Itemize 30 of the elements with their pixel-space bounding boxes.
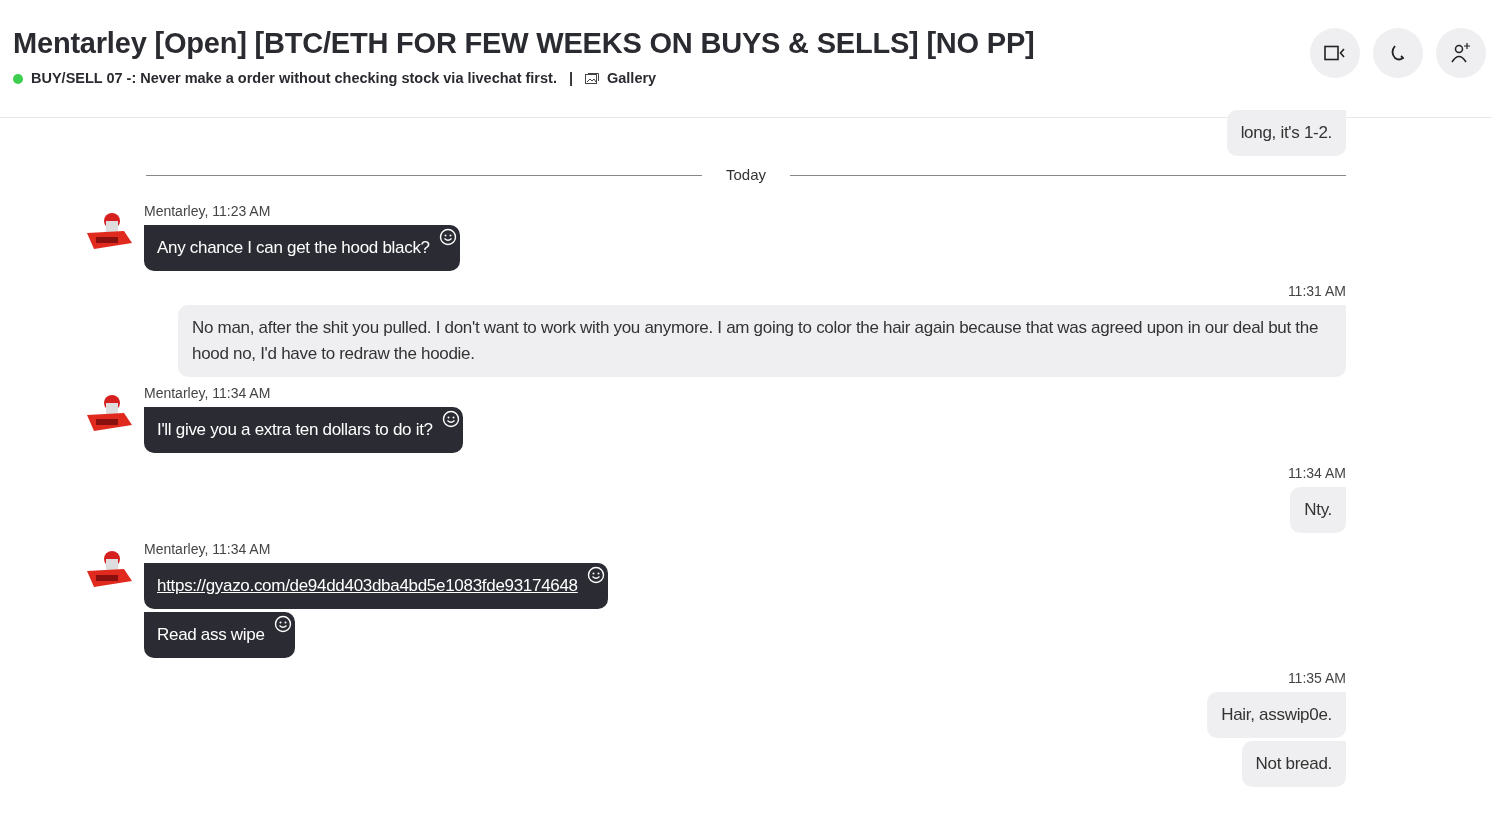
status-text: BUY/SELL 07 -: Never make a order without checking stock via livechat first.	[31, 69, 557, 88]
message-sender-time: Mentarley, 11:23 AM	[144, 201, 271, 221]
add-person-button[interactable]	[1436, 28, 1486, 78]
emoji-reaction-icon[interactable]	[441, 409, 460, 428]
phone-icon	[1389, 44, 1407, 62]
message-time: 11:35 AM	[1287, 668, 1346, 688]
emoji-reaction-icon[interactable]	[438, 227, 457, 246]
message-sender-time: Mentarley, 11:34 AM	[144, 539, 271, 559]
message-bubble: Nty.	[1290, 486, 1346, 533]
emoji-reaction-icon[interactable]	[586, 565, 605, 584]
message-bubble: Read ass wipe	[144, 611, 295, 658]
message-link[interactable]: https://gyazo.com/de94dd403dba4bd5e1083fde93174648	[157, 575, 578, 595]
message-bubble: No man, after the shit you pulled. I don't want to work with you anymore. I am going to color the hair again because that was agreed upon in our deal but the hood no, I'd have to redraw the hoodie.	[178, 304, 1346, 377]
message-bubble: Hair, asswip0e.	[1207, 691, 1346, 738]
message-time: 11:34 AM	[1287, 463, 1346, 483]
message-sender-time: Mentarley, 11:34 AM	[144, 383, 271, 403]
emoji-reaction-icon[interactable]	[273, 614, 292, 633]
message-bubble: Not bread.	[1241, 740, 1346, 787]
message-bubble: Any chance I can get the hood black?	[144, 224, 460, 271]
message-bubble: I'll give you a extra ten dollars to do it?	[144, 406, 463, 453]
image-icon	[585, 72, 599, 85]
message-bubble: long, it's 1-2.	[1226, 110, 1346, 156]
video-call-button[interactable]	[1310, 28, 1360, 78]
video-camera-icon	[1324, 45, 1346, 61]
add-person-icon	[1450, 42, 1472, 64]
chat-title: Mentarley [Open] [BTC/ETH FOR FEW WEEKS ON BUYS & SELLS] [NO PP]	[13, 26, 1035, 61]
gallery-link[interactable]: Gallery	[585, 68, 657, 90]
message-time: 11:31 AM	[1287, 281, 1346, 301]
separator: |	[568, 69, 573, 88]
date-divider: Today	[725, 165, 767, 185]
